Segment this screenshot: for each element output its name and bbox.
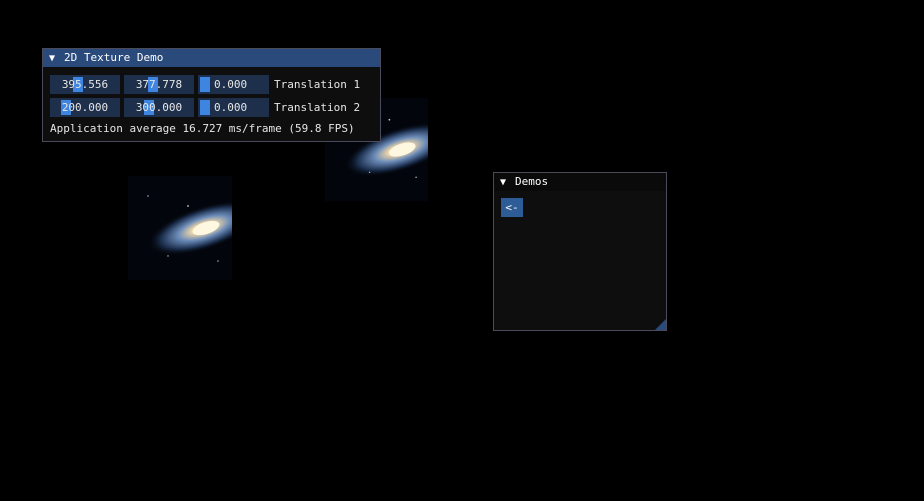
window-title: Demos <box>515 175 549 188</box>
collapse-triangle-icon[interactable]: ▼ <box>500 174 511 192</box>
translation-2-y-drag[interactable]: 300.000 <box>124 98 194 117</box>
translation-2-z-slider[interactable]: 0.000 <box>198 98 269 117</box>
window-title: 2D Texture Demo <box>64 51 164 64</box>
translation-2-row: 200.000 300.000 0.000 Translation 2 <box>50 98 360 117</box>
back-button[interactable]: <- <box>501 198 523 217</box>
texture-demo-titlebar[interactable]: ▼ 2D Texture Demo <box>43 49 380 67</box>
translation-1-y-drag[interactable]: 377.778 <box>124 75 194 94</box>
translation-1-x-drag[interactable]: 395.556 <box>50 75 120 94</box>
resize-grip-icon[interactable] <box>655 319 666 330</box>
translation-1-label: Translation 1 <box>274 78 361 91</box>
translation-2-x-drag[interactable]: 200.000 <box>50 98 120 117</box>
translation-1-z-slider[interactable]: 0.000 <box>198 75 269 94</box>
texture-demo-window[interactable]: ▼ 2D Texture Demo 395.556 377.778 0.000 T… <box>42 48 381 142</box>
fps-status-text: Application average 16.727 ms/frame (59.… <box>50 122 355 135</box>
galaxy-texture-1 <box>128 176 232 280</box>
demos-window[interactable]: ▼ Demos <- <box>493 172 667 331</box>
translation-1-row: 395.556 377.778 0.000 Translation 1 <box>50 75 360 94</box>
translation-2-label: Translation 2 <box>274 101 361 114</box>
demos-titlebar[interactable]: ▼ Demos <box>494 173 666 191</box>
collapse-triangle-icon[interactable]: ▼ <box>49 50 60 68</box>
